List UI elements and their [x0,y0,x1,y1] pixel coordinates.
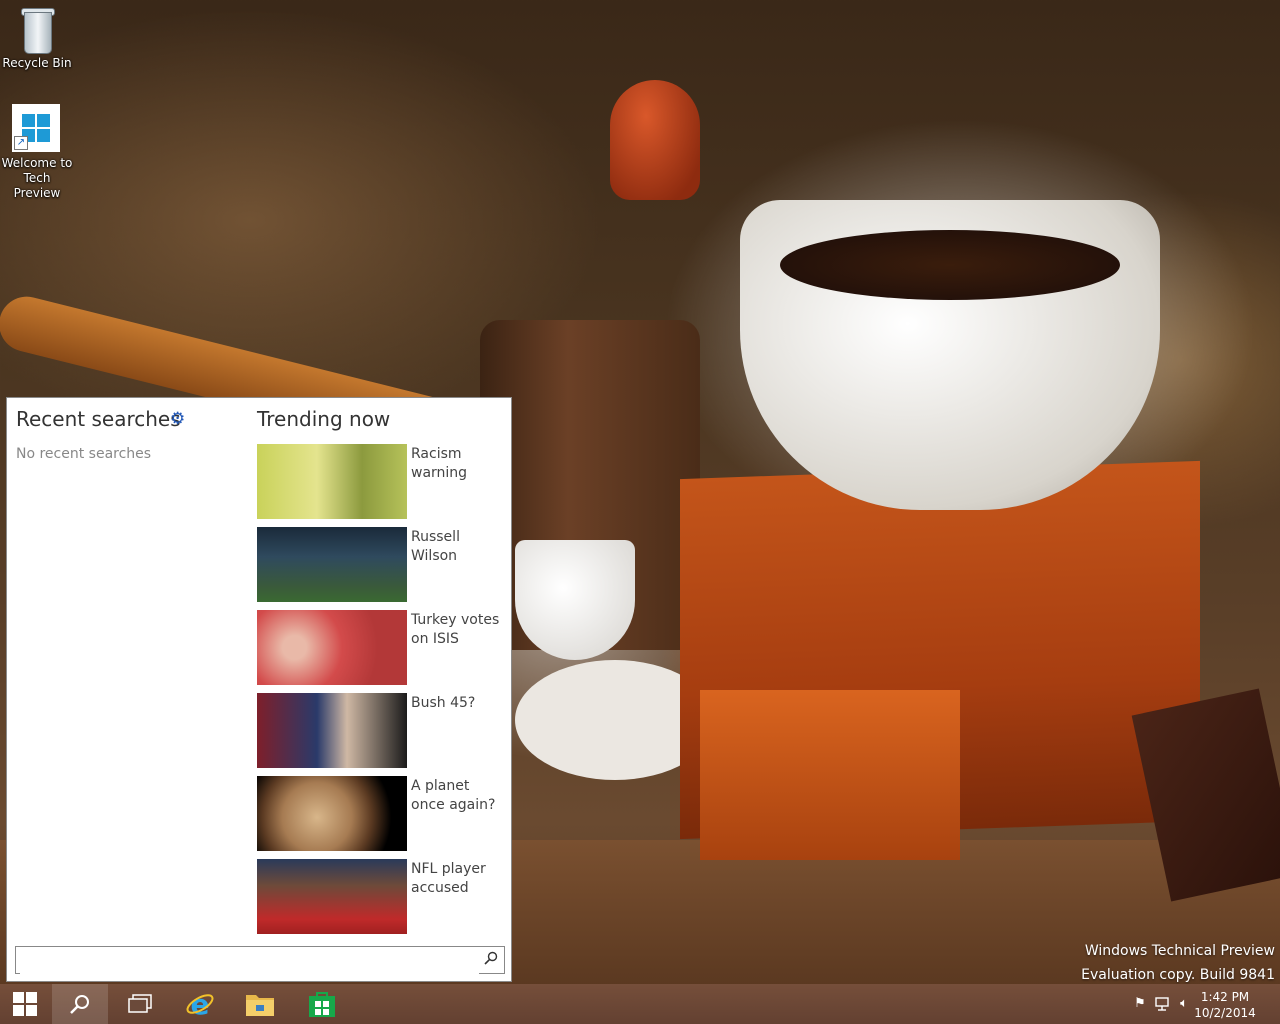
recent-searches-title: Recent searches [16,407,181,431]
search-input[interactable] [20,948,479,974]
desktop-icon-welcome[interactable]: ↗ Welcome to Tech Preview [0,104,74,201]
search-icon[interactable] [484,951,498,965]
trending-thumbnail [257,610,407,685]
desktop-icon-label-line1: Welcome to [1,156,73,170]
store-button[interactable] [292,984,352,1024]
trending-label: Turkey votes on ISIS [411,612,500,647]
wallpaper-chocolate [1131,688,1280,902]
wallpaper-coffee-pot [480,320,700,650]
trending-item[interactable]: A planet once again? [257,776,507,851]
start-icon [13,992,37,1016]
watermark-line1: Windows Technical Preview [1084,943,1275,959]
recycle-bin-icon [20,6,55,54]
trending-thumbnail [257,693,407,768]
wallpaper-saucer [515,660,715,780]
wallpaper-knob [610,80,700,200]
store-icon [309,992,335,1017]
trending-item[interactable]: Bush 45? [257,693,507,768]
wallpaper-grinder-box [680,460,1200,840]
clock-date: 10/2/2014 [1194,1006,1256,1020]
network-icon[interactable] [1154,996,1170,1012]
desktop-icon-recycle-bin[interactable]: Recycle Bin [0,6,74,71]
clock-time: 1:42 PM [1200,990,1250,1004]
system-tray: ⚑ 🔈︎ 1:42 PM 10/2/2014 [1120,984,1280,1024]
trending-thumbnail [257,527,407,602]
trending-thumbnail [257,859,407,934]
trending-label: Bush 45? [411,695,476,711]
trending-item[interactable]: Turkey votes on ISIS [257,610,507,685]
trending-now-title: Trending now [257,407,391,431]
trending-label: Russell Wilson [411,529,460,564]
wallpaper-grinder-bowl [740,200,1160,510]
desktop-icon-label: Recycle Bin [2,56,72,70]
trending-item[interactable]: NFL player accused [257,859,507,934]
wallpaper-beans [780,230,1120,300]
search-icon [70,995,89,1014]
wallpaper-drawer [700,690,960,860]
trending-item[interactable]: Russell Wilson [257,527,507,602]
trending-thumbnail [257,776,407,851]
trending-label: NFL player accused [411,861,486,896]
file-explorer-icon [246,995,274,1016]
evaluation-watermark: Windows Technical Preview Evaluation cop… [1081,939,1275,987]
search-button[interactable] [52,984,108,1024]
gear-icon[interactable]: ⚙ [170,411,186,428]
trending-item[interactable]: Racism warning [257,444,507,519]
search-box[interactable] [15,946,505,974]
taskbar: e ⚑ 🔈︎ 1:42 PM 10/2/2014 [0,984,1280,1024]
desktop-icon-label-line2: Tech Preview [13,171,61,200]
shortcut-arrow-icon: ↗ [14,136,28,150]
search-pane: Recent searches ⚙ No recent searches Tre… [6,397,512,982]
wallpaper-cup [515,540,635,660]
internet-explorer-button[interactable]: e [170,984,230,1024]
task-view-icon [128,994,152,1013]
trending-label: A planet once again? [411,778,496,813]
start-button[interactable] [0,984,50,1024]
clock[interactable]: 1:42 PM 10/2/2014 [1190,989,1260,1021]
internet-explorer-icon: e [186,989,214,1019]
action-center-flag-icon[interactable]: ⚑ [1132,996,1148,1012]
windows-logo-icon: ↗ [12,104,60,152]
svg-text:e: e [191,989,210,1019]
file-explorer-button[interactable] [230,984,290,1024]
trending-thumbnail [257,444,407,519]
trending-list: Racism warning Russell Wilson Turkey vot… [257,444,507,942]
task-view-button[interactable] [110,984,170,1024]
trending-label: Racism warning [411,446,468,481]
no-recent-searches-text: No recent searches [16,446,152,462]
